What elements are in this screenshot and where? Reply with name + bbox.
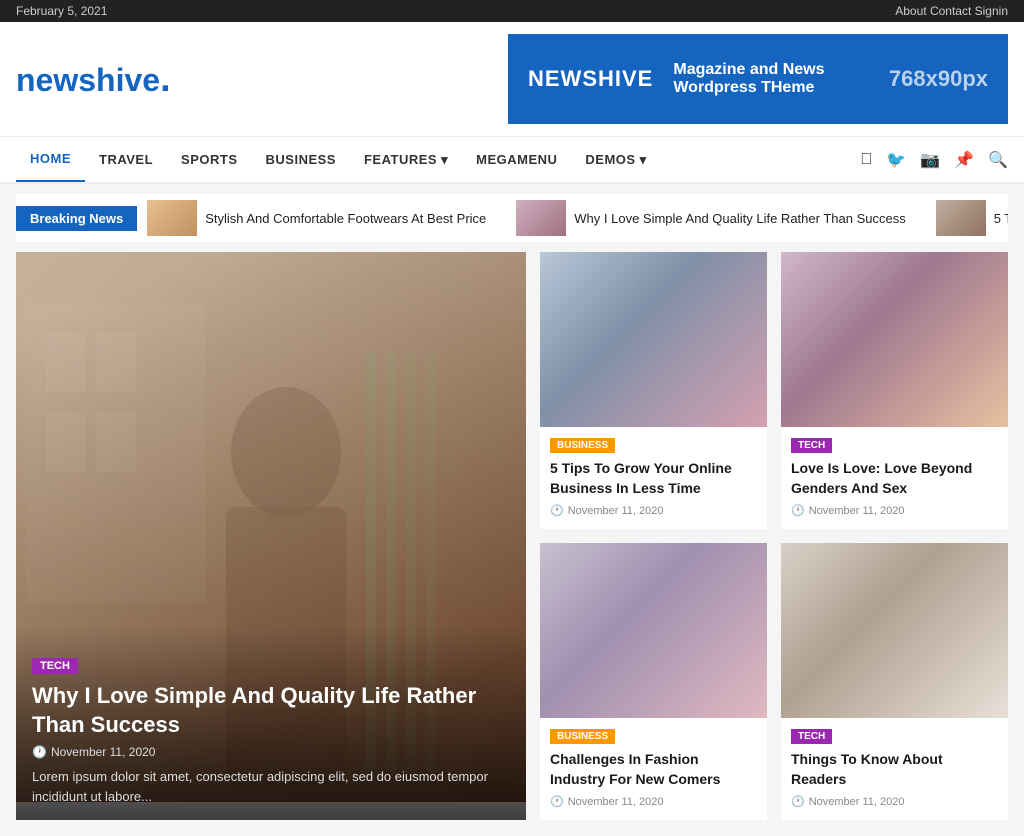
grid-row-top: BUSINESS 5 Tips To Grow Your Online Busi… <box>540 252 1008 529</box>
article-date-3: 🕐 November 11, 2020 <box>791 795 998 808</box>
top-bar-date: February 5, 2021 <box>16 4 107 18</box>
navigation: HOME TRAVEL SPORTS BUSINESS FEATURES ▾ M… <box>0 136 1024 184</box>
hero-overlay: TECH Why I Love Simple And Quality Life … <box>16 626 526 820</box>
header: newshive. NEWSHIVE Magazine and News Wor… <box>0 22 1024 136</box>
ad-brand: NEWSHIVE <box>528 66 653 92</box>
breaking-news-bar: Breaking News Stylish And Comfortable Fo… <box>16 194 1008 242</box>
article-card-1[interactable]: TECH Love Is Love: Love Beyond Genders A… <box>781 252 1008 529</box>
breaking-thumb-1 <box>516 200 566 236</box>
clock-icon-1: 🕐 <box>791 504 805 517</box>
article-card-3[interactable]: TECH Things To Know About Readers 🕐 Nove… <box>781 543 1008 820</box>
article-tag-0: BUSINESS <box>550 438 615 453</box>
article-date-0: 🕐 November 11, 2020 <box>550 504 757 517</box>
breaking-text-1: Why I Love Simple And Quality Life Rathe… <box>574 211 905 226</box>
clock-icon-0: 🕐 <box>550 504 564 517</box>
nav-megamenu[interactable]: MEGAMENU <box>462 138 571 181</box>
nav-items: HOME TRAVEL SPORTS BUSINESS FEATURES ▾ M… <box>16 137 661 182</box>
nav-demos[interactable]: DEMOS ▾ <box>571 138 660 182</box>
nav-social:  🐦 📷 📌 🔍 <box>860 150 1008 170</box>
article-image-0 <box>540 252 767 427</box>
article-thumb-1 <box>781 252 1008 427</box>
article-tag-3: TECH <box>791 729 832 744</box>
breaking-text-2: 5 Tips To Grow Your Onlin <box>994 211 1008 226</box>
twitter-icon[interactable]: 🐦 <box>886 150 906 170</box>
clock-icon: 🕐 <box>32 745 47 759</box>
nav-sports[interactable]: SPORTS <box>167 138 251 181</box>
nav-business[interactable]: BUSINESS <box>252 138 350 181</box>
article-image-2 <box>540 543 767 718</box>
signin-link[interactable]: Signin <box>975 4 1008 18</box>
breaking-item-0[interactable]: Stylish And Comfortable Footwears At Bes… <box>147 200 486 236</box>
logo-text1: news <box>16 62 96 98</box>
search-icon[interactable]: 🔍 <box>988 150 1008 170</box>
breaking-text-0: Stylish And Comfortable Footwears At Bes… <box>205 211 486 226</box>
article-card-0[interactable]: BUSINESS 5 Tips To Grow Your Online Busi… <box>540 252 767 529</box>
article-body-3: TECH Things To Know About Readers 🕐 Nove… <box>781 718 1008 820</box>
article-thumb-3 <box>781 543 1008 718</box>
breaking-item-2[interactable]: 5 Tips To Grow Your Onlin <box>936 200 1008 236</box>
logo-dot: . <box>160 58 171 100</box>
nav-travel[interactable]: TRAVEL <box>85 138 167 181</box>
article-date-1: 🕐 November 11, 2020 <box>791 504 998 517</box>
top-bar: February 5, 2021 About Contact Signin <box>0 0 1024 22</box>
contact-link[interactable]: Contact <box>930 4 971 18</box>
article-image-3 <box>781 543 1008 718</box>
about-link[interactable]: About <box>895 4 926 18</box>
chevron-down-icon-2: ▾ <box>640 152 647 168</box>
article-title-0: 5 Tips To Grow Your Online Business In L… <box>550 459 757 498</box>
pinterest-icon[interactable]: 📌 <box>954 150 974 170</box>
article-body-2: BUSINESS Challenges In Fashion Industry … <box>540 718 767 820</box>
main-content: TECH Why I Love Simple And Quality Life … <box>0 252 1024 836</box>
grid-row-bottom: BUSINESS Challenges In Fashion Industry … <box>540 543 1008 820</box>
article-body-0: BUSINESS 5 Tips To Grow Your Online Busi… <box>540 427 767 529</box>
article-thumb-2 <box>540 543 767 718</box>
chevron-down-icon: ▾ <box>441 152 448 168</box>
ad-description: Magazine and News Wordpress THeme <box>673 61 869 97</box>
article-title-1: Love Is Love: Love Beyond Genders And Se… <box>791 459 998 498</box>
article-image-1 <box>781 252 1008 427</box>
hero-title: Why I Love Simple And Quality Life Rathe… <box>32 682 510 739</box>
top-bar-links: About Contact Signin <box>895 4 1008 18</box>
hero-tag: TECH <box>32 658 78 674</box>
breaking-news-label: Breaking News <box>16 206 137 231</box>
logo[interactable]: newshive. <box>16 58 171 101</box>
article-body-1: TECH Love Is Love: Love Beyond Genders A… <box>781 427 1008 529</box>
article-thumb-0 <box>540 252 767 427</box>
facebook-icon[interactable]:  <box>860 151 872 169</box>
nav-features[interactable]: FEATURES ▾ <box>350 138 462 182</box>
nav-home[interactable]: HOME <box>16 137 85 182</box>
clock-icon-2: 🕐 <box>550 795 564 808</box>
clock-icon-3: 🕐 <box>791 795 805 808</box>
hero-article[interactable]: TECH Why I Love Simple And Quality Life … <box>16 252 526 820</box>
logo-text2: hive <box>96 62 160 98</box>
article-date-2: 🕐 November 11, 2020 <box>550 795 757 808</box>
hero-excerpt: Lorem ipsum dolor sit amet, consectetur … <box>32 767 510 806</box>
article-title-3: Things To Know About Readers <box>791 750 998 789</box>
breaking-thumb-2 <box>936 200 986 236</box>
article-grid: BUSINESS 5 Tips To Grow Your Online Busi… <box>540 252 1008 820</box>
breaking-item-1[interactable]: Why I Love Simple And Quality Life Rathe… <box>516 200 905 236</box>
breaking-thumb-0 <box>147 200 197 236</box>
instagram-icon[interactable]: 📷 <box>920 150 940 170</box>
article-title-2: Challenges In Fashion Industry For New C… <box>550 750 757 789</box>
article-tag-2: BUSINESS <box>550 729 615 744</box>
article-card-2[interactable]: BUSINESS Challenges In Fashion Industry … <box>540 543 767 820</box>
hero-date: 🕐 November 11, 2020 <box>32 745 510 759</box>
article-tag-1: TECH <box>791 438 832 453</box>
ad-banner: NEWSHIVE Magazine and News Wordpress THe… <box>508 34 1008 124</box>
ad-size: 768x90px <box>889 66 988 92</box>
breaking-news-items: Stylish And Comfortable Footwears At Bes… <box>147 200 1008 236</box>
